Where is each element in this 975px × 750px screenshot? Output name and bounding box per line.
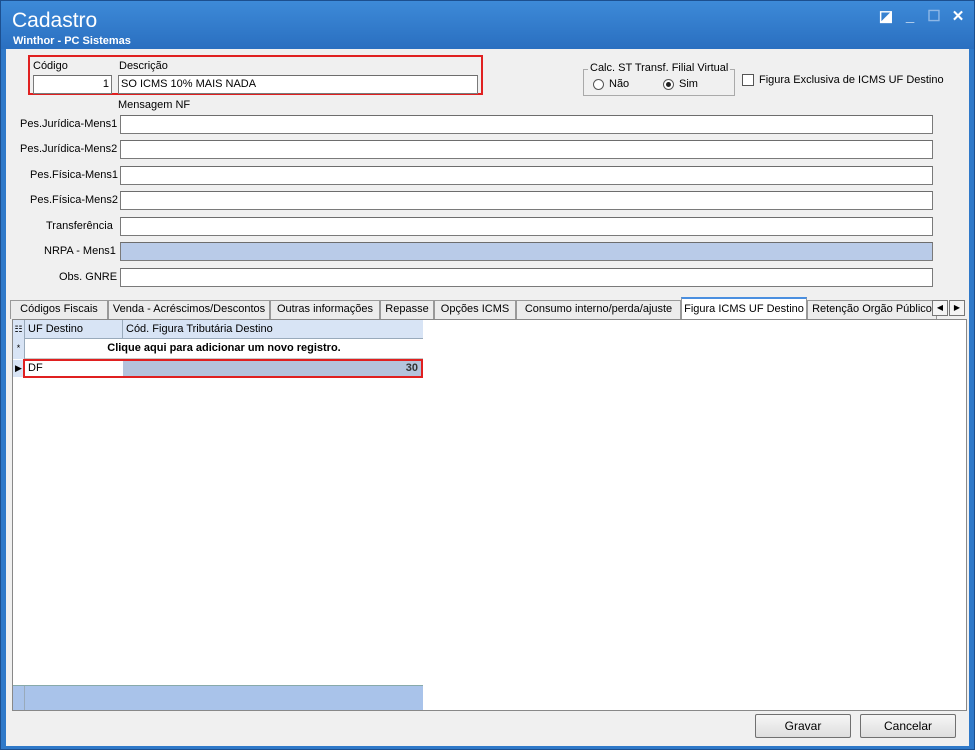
gravar-button[interactable]: Gravar [755,714,851,738]
tab-opcoes-icms[interactable]: Opções ICMS [434,300,516,319]
tab-retencao-orgao-publico[interactable]: Retenção Orgão Público [807,300,937,319]
window-controls: ◪ _ ☐ ✕ [878,9,966,25]
field-label-pf-mens2: Pes.Física-Mens2 [30,194,119,206]
grid-header: ☷ UF Destino Cód. Figura Tributária Dest… [13,320,423,339]
field-input-nrpa-mens1[interactable] [120,242,933,261]
column-header-uf-destino[interactable]: UF Destino [25,320,123,339]
new-row-asterisk-icon: * [13,339,25,359]
tab-repasse[interactable]: Repasse [380,300,434,319]
tab-scroll-left-icon[interactable]: ◀ [932,300,948,316]
window-title: Cadastro [12,9,98,32]
radio-nao-circle[interactable] [593,78,604,90]
title-bar[interactable]: Cadastro Winthor - PC Sistemas ◪ _ ☐ ✕ [1,1,974,49]
grid-row-highlight [23,359,423,378]
new-record-text[interactable]: Clique aqui para adicionar um novo regis… [25,339,423,358]
window-subtitle: Winthor - PC Sistemas [13,35,131,47]
tab-panel: ☷ UF Destino Cód. Figura Tributária Dest… [12,319,967,711]
calc-st-title: Calc. ST Transf. Filial Virtual [588,62,731,74]
minimize-icon[interactable]: _ [902,9,918,25]
radio-sim-circle[interactable] [663,78,674,90]
uf-destino-grid: ☷ UF Destino Cód. Figura Tributária Dest… [13,320,423,711]
field-input-pj-mens2[interactable] [120,140,933,159]
maximize-icon[interactable]: ☐ [926,9,942,25]
form-client-area: Código 1 Descrição SO ICMS 10% MAIS NADA… [6,49,969,746]
radio-nao[interactable]: Não [593,78,629,90]
restore-layout-icon[interactable]: ◪ [878,9,894,25]
field-label-obs-gnre: Obs. GNRE [59,271,118,283]
field-label-pj-mens1: Pes.Jurídica-Mens1 [20,118,118,130]
field-label-nrpa-mens1: NRPA - Mens1 [44,245,116,257]
tab-venda-acrescimos[interactable]: Venda - Acréscimos/Descontos [108,300,270,319]
field-input-pf-mens2[interactable] [120,191,933,210]
mensagem-nf-label: Mensagem NF [118,99,191,111]
radio-sim[interactable]: Sim [663,78,698,90]
field-input-obs-gnre[interactable] [120,268,933,287]
field-input-pj-mens1[interactable] [120,115,933,134]
field-input-transferencia[interactable] [120,217,933,236]
app-window: Cadastro Winthor - PC Sistemas ◪ _ ☐ ✕ C… [0,0,975,750]
column-header-cod-figura[interactable]: Cód. Figura Tributária Destino [123,320,423,339]
figura-exclusiva-label: Figura Exclusiva de ICMS UF Destino [759,74,944,86]
tab-strip: Códigos Fiscais Venda - Acréscimos/Desco… [10,297,945,319]
field-label-pf-mens1: Pes.Física-Mens1 [30,169,119,181]
field-label-pj-mens2: Pes.Jurídica-Mens2 [20,143,118,155]
field-label-transferencia: Transferência [46,220,113,232]
descricao-input[interactable]: SO ICMS 10% MAIS NADA [118,75,478,94]
tab-codigos-fiscais[interactable]: Códigos Fiscais [10,300,108,319]
column-chooser-icon[interactable]: ☷ [13,320,25,339]
tab-consumo-interno[interactable]: Consumo interno/perda/ajuste [516,300,681,319]
field-input-pf-mens1[interactable] [120,166,933,185]
close-icon[interactable]: ✕ [950,9,966,25]
codigo-input[interactable]: 1 [33,75,112,94]
footer-indicator [13,686,25,710]
tab-figura-icms-uf-destino[interactable]: Figura ICMS UF Destino [681,297,807,319]
new-record-row[interactable]: * Clique aqui para adicionar um novo reg… [13,339,423,359]
cancelar-button[interactable]: Cancelar [860,714,956,738]
radio-nao-label: Não [609,78,630,90]
radio-sim-label: Sim [679,78,698,90]
descricao-label: Descrição [119,60,168,72]
tab-scroll-right-icon[interactable]: ▶ [949,300,965,316]
tab-outras-informacoes[interactable]: Outras informações [270,300,380,319]
figura-exclusiva-checkbox[interactable] [742,74,754,86]
grid-footer [13,685,423,710]
codigo-label: Código [33,60,68,72]
